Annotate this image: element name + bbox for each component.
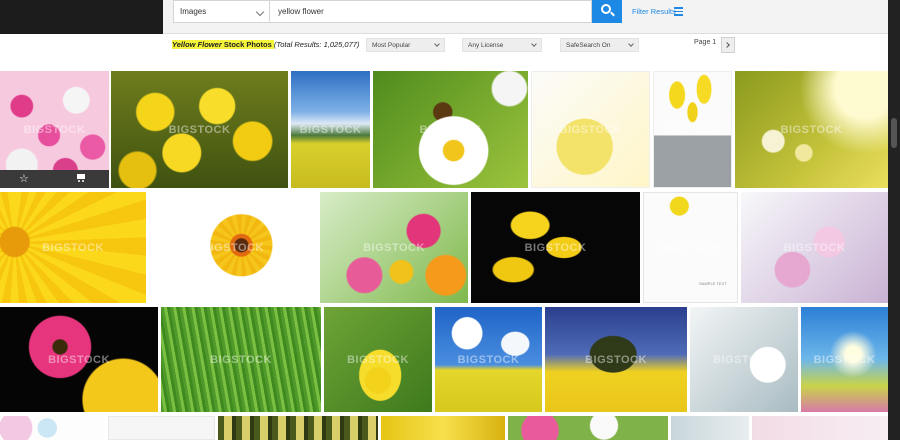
safesearch-dropdown[interactable]: SafeSearch On <box>560 38 639 52</box>
filter-sliders-icon[interactable] <box>674 7 683 16</box>
type-select[interactable]: Images <box>173 0 270 23</box>
watermark: BIGSTOCK <box>347 353 409 366</box>
result-image[interactable]: BIGSTOCK <box>324 307 432 412</box>
safesearch-value: SafeSearch On <box>566 42 611 49</box>
watermark: BIGSTOCK <box>168 123 231 136</box>
watermark: BIGSTOCK <box>813 353 876 366</box>
sample-text: SAMPLE TEXT <box>699 281 727 287</box>
watermark: BIGSTOCK <box>23 123 86 136</box>
result-image[interactable]: BIGSTOCK <box>653 71 732 188</box>
watermark: BIGSTOCK <box>363 241 425 254</box>
watermark: BIGSTOCK <box>457 353 520 366</box>
result-image[interactable] <box>752 416 888 440</box>
watermark: BIGSTOCK <box>661 123 724 136</box>
filter-results-link[interactable]: Filter Results <box>632 7 676 16</box>
results-title: Yellow Flower Stock Photos (Total Result… <box>172 40 362 50</box>
result-image[interactable] <box>381 416 505 440</box>
result-image[interactable] <box>671 416 749 440</box>
sort-value: Most Popular <box>372 42 411 49</box>
result-image[interactable]: BIGSTOCK <box>471 192 640 303</box>
search-bar: Images yellow flower Filter Results <box>163 0 888 34</box>
chevron-down-icon <box>531 41 537 47</box>
result-image[interactable]: BIGSTOCK SAMPLE TEXT <box>643 192 738 303</box>
result-image[interactable] <box>108 416 215 440</box>
chevron-right-icon <box>724 42 730 48</box>
page-indicator: Page 1 <box>694 39 717 46</box>
watermark: BIGSTOCK <box>299 123 362 136</box>
sort-dropdown[interactable]: Most Popular <box>366 38 445 52</box>
result-image[interactable]: BIGSTOCK <box>291 71 370 188</box>
watermark: BIGSTOCK <box>42 241 104 254</box>
result-image[interactable]: BIGSTOCK <box>0 192 146 303</box>
chevron-down-icon <box>255 7 265 17</box>
result-image[interactable]: BIGSTOCK <box>741 192 888 303</box>
chevron-down-icon <box>434 41 440 47</box>
title-suffix: Stock Photos <box>221 40 274 49</box>
left-dark-region <box>0 0 163 34</box>
result-image[interactable]: BIGSTOCK <box>690 307 798 412</box>
watermark: BIGSTOCK <box>780 123 843 136</box>
cart-icon[interactable] <box>76 173 86 182</box>
result-image[interactable]: BIGSTOCK <box>735 71 888 188</box>
search-button[interactable] <box>592 0 622 23</box>
watermark: BIGSTOCK <box>419 123 482 136</box>
image-actions-bar: ☆ <box>0 170 109 188</box>
result-image[interactable]: BIGSTOCK <box>373 71 528 188</box>
type-select-value: Images <box>180 7 207 16</box>
license-dropdown[interactable]: Any License <box>462 38 542 52</box>
star-icon[interactable]: ☆ <box>19 172 29 185</box>
search-input[interactable]: yellow flower <box>269 0 592 23</box>
result-image[interactable]: BIGSTOCK <box>111 71 288 188</box>
watermark: BIGSTOCK <box>524 241 587 254</box>
watermark: BIGSTOCK <box>783 241 846 254</box>
chevron-down-icon <box>628 41 634 47</box>
watermark: BIGSTOCK <box>559 123 622 136</box>
scrollbar-thumb[interactable] <box>891 118 897 148</box>
result-image[interactable] <box>218 416 378 440</box>
result-image[interactable]: BIGSTOCK <box>801 307 888 412</box>
result-image[interactable]: BIGSTOCK <box>531 71 650 188</box>
watermark: BIGSTOCK <box>585 353 647 366</box>
result-image[interactable]: BIGSTOCK <box>545 307 687 412</box>
result-image[interactable]: BIGSTOCK <box>320 192 468 303</box>
result-image[interactable] <box>508 416 668 440</box>
watermark: BIGSTOCK <box>713 353 775 366</box>
watermark: BIGSTOCK <box>210 353 272 366</box>
license-value: Any License <box>468 42 504 49</box>
watermark: BIGSTOCK <box>659 241 722 254</box>
total-results: (Total Results: 1,025,077) <box>273 40 360 49</box>
result-image[interactable]: BIGSTOCK <box>161 307 321 412</box>
scrollbar[interactable] <box>888 0 900 440</box>
result-image[interactable] <box>0 416 105 440</box>
result-image[interactable]: BIGSTOCK <box>149 192 317 303</box>
result-image[interactable]: BIGSTOCK <box>0 307 158 412</box>
title-subject: Yellow Flower <box>172 40 222 49</box>
next-page-button[interactable] <box>721 37 735 53</box>
watermark: BIGSTOCK <box>202 241 264 254</box>
watermark: BIGSTOCK <box>48 353 110 366</box>
result-image[interactable]: BIGSTOCK <box>435 307 542 412</box>
